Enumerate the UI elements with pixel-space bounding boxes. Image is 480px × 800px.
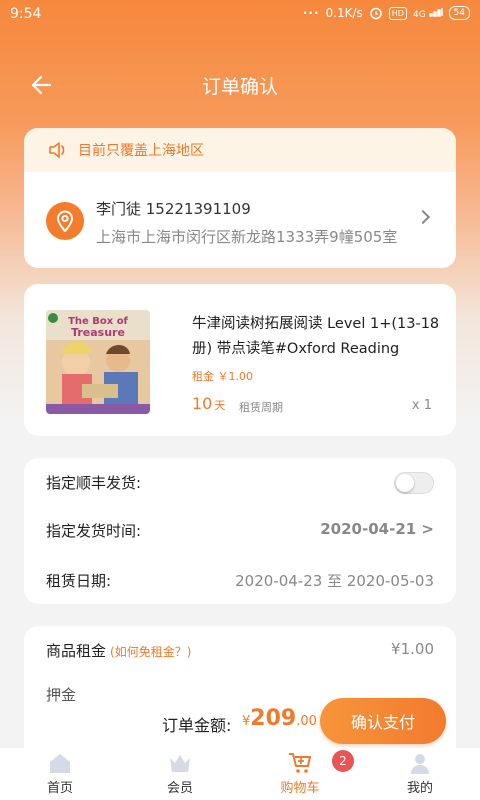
rental-period-label: 租赁周期 [239, 401, 283, 414]
tab-cart-label: 购物车 [280, 781, 320, 796]
ship-time-label: 指定发货时间: [46, 522, 142, 540]
rental-days-value: 10 [192, 394, 213, 413]
location-pin-icon [46, 202, 84, 240]
product-image: The Box of Treasure [46, 310, 150, 414]
signal-icon: 4G [413, 7, 443, 20]
toggle-knob [396, 474, 414, 492]
tab-home-label: 首页 [46, 781, 73, 796]
rental-days-unit: 天 [214, 399, 226, 412]
user-icon [411, 754, 429, 774]
ship-time-value[interactable]: 2020-04-21 > [320, 520, 434, 538]
product-name: 牛津阅读树拓展阅读 Level 1+(13-18册) 带点读笔#Oxford R… [192, 316, 440, 357]
sf-shipping-toggle[interactable] [394, 472, 434, 494]
address-card[interactable]: 目前只覆盖上海地区 李门徒 15221391109 上海市上海市闵行区新龙路13… [24, 128, 456, 268]
total-decimal: .00 [296, 714, 317, 729]
total-integer: 209 [250, 706, 297, 731]
cover-title-line2: Treasure [71, 326, 125, 339]
home-icon [50, 754, 70, 773]
options-card: 指定顺丰发货: 指定发货时间: 2020-04-21 > 租赁日期: 2020-… [24, 458, 456, 604]
product-price: 租金 ￥1.00 [192, 370, 253, 383]
alarm-icon [370, 7, 382, 20]
recipient-name-phone: 李门徒 15221391109 [96, 200, 251, 218]
confirm-pay-button[interactable]: 确认支付 [320, 698, 446, 744]
rent-date-row: 租赁日期: 2020-04-23 至 2020-05-03 [46, 570, 434, 591]
tab-member-label: 会员 [166, 781, 193, 796]
tab-mine-label: 我的 [406, 781, 433, 796]
crown-icon [170, 755, 190, 772]
notice-text: 目前只覆盖上海地区 [78, 143, 204, 159]
chevron-right-icon [415, 209, 431, 225]
ship-time-row[interactable]: 指定发货时间: 2020-04-21 > [46, 520, 434, 541]
rent-date-label: 租赁日期: [46, 572, 112, 590]
deposit-label: 押金 [46, 686, 77, 704]
cart-badge: 2 [332, 750, 354, 772]
cart-icon [289, 753, 311, 773]
rent-fee-label: 商品租金 [46, 642, 107, 660]
status-time: 9:54 [10, 6, 42, 22]
address-row[interactable]: 李门徒 15221391109 上海市上海市闵行区新龙路1333弄9幢505室 [24, 172, 456, 268]
summary-card: 商品租金 (如何免租金？) ¥1.00 押金 [24, 626, 456, 766]
order-total-value: ¥209.00 [242, 706, 317, 731]
rent-fee-row: 商品租金 (如何免租金？) ¥1.00 [46, 640, 434, 661]
network-type: 4G [412, 9, 426, 20]
sf-shipping-row: 指定顺丰发货: [46, 472, 434, 494]
tab-home[interactable]: 首页 [0, 748, 120, 800]
rent-fee-value: ¥1.00 [391, 640, 434, 658]
order-total-label: 订单金额: [162, 716, 232, 735]
recipient-address: 上海市上海市闵行区新龙路1333弄9幢505室 [96, 228, 398, 246]
battery-icon: 54 [448, 6, 470, 20]
free-rent-link[interactable]: (如何免租金？) [110, 645, 191, 659]
product-card[interactable]: The Box of Treasure 牛津阅读树拓展阅读 Level 1+(1… [24, 284, 456, 436]
hd-icon: HD [388, 6, 407, 20]
nav-bar: 订单确认 [0, 60, 480, 110]
speaker-icon [49, 142, 65, 158]
coverage-notice: 目前只覆盖上海地区 [24, 128, 456, 172]
sf-shipping-label: 指定顺丰发货: [46, 474, 142, 492]
tab-bar: 首页 会员 购物车 我的 [0, 748, 480, 800]
tab-mine[interactable]: 我的 [360, 748, 480, 800]
rent-date-value: 2020-04-23 至 2020-05-03 [235, 572, 434, 590]
rental-days: 10 天 [192, 394, 225, 413]
network-speed: 0.1K/s [325, 6, 363, 20]
status-bar: 9:54 ··· 0.1K/s HD 4G 54 [0, 0, 480, 30]
page-title: 订单确认 [201, 76, 278, 98]
tab-member[interactable]: 会员 [120, 748, 240, 800]
product-quantity: x 1 [411, 398, 432, 413]
status-dots: ··· [302, 6, 320, 20]
